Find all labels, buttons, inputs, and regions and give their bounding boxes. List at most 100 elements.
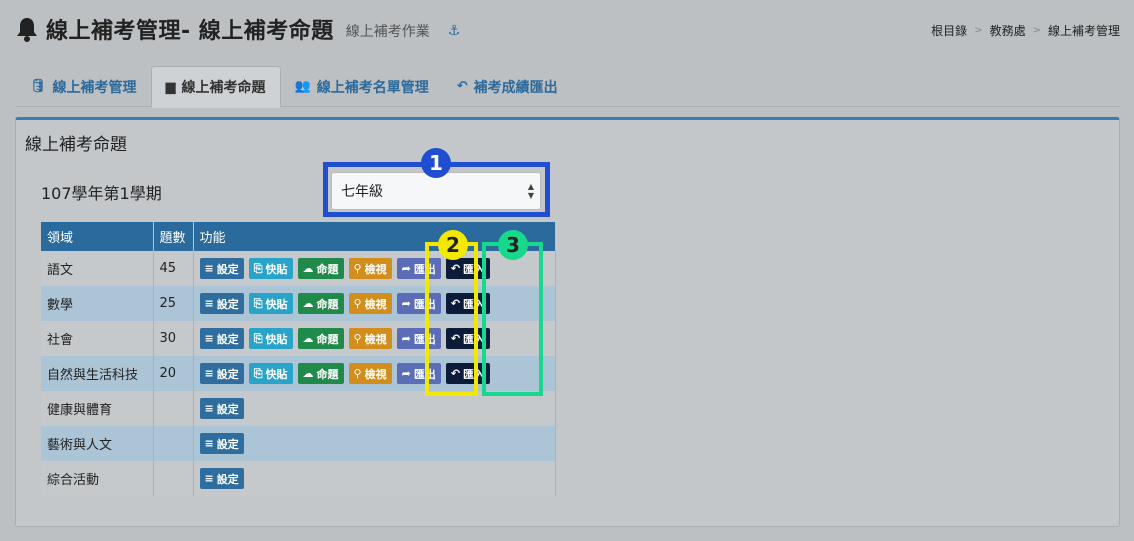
table-row: 語文 45 ≡ 設定 ⎘ 快貼 ☁ 命題 ⚲ 檢視 ➦ 匯出 ↶ 匯入 xyxy=(41,251,556,286)
list-icon: ≡ xyxy=(204,367,214,380)
page-subtitle: 線上補考作業 xyxy=(345,24,430,40)
breadcrumb-current: 線上補考管理 xyxy=(1047,24,1120,38)
semester-label: 107學年第1學期 xyxy=(41,184,162,203)
cell-domain: 綜合活動 xyxy=(41,461,154,496)
tab-label: 線上補考名單管理 xyxy=(316,79,429,96)
tab-makeup-management[interactable]: 🛢 線上補考管理 xyxy=(16,66,151,107)
database-icon: 🛢 xyxy=(30,79,47,94)
cell-count: 45 xyxy=(153,251,194,286)
archive-icon: ▆ xyxy=(165,79,176,95)
settings-button[interactable]: ≡ 設定 xyxy=(199,468,244,489)
cell-count: 30 xyxy=(153,321,194,356)
view-button[interactable]: ⚲ 檢視 xyxy=(348,328,392,349)
settings-button[interactable]: ≡ 設定 xyxy=(199,433,244,454)
paste-icon: ⎘ xyxy=(253,296,263,310)
view-button[interactable]: ⚲ 檢視 xyxy=(348,293,392,314)
table-row: 健康與體育 ≡ 設定 xyxy=(41,391,556,426)
compose-button[interactable]: ☁ 命題 xyxy=(297,328,344,349)
cell-count xyxy=(153,391,194,426)
breadcrumb-separator: > xyxy=(974,25,983,36)
button-label: 命題 xyxy=(316,262,339,276)
bell-icon xyxy=(17,18,37,42)
table-row: 數學 25 ≡ 設定 ⎘ 快貼 ☁ 命題 ⚲ 檢視 ➦ 匯出 ↶ 匯入 xyxy=(41,286,556,321)
annotation-box-2 xyxy=(425,242,478,396)
anchor-icon[interactable]: ⚓ xyxy=(448,23,461,39)
share-icon: ➦ xyxy=(401,297,411,310)
breadcrumb-academic-affairs[interactable]: 教務處 xyxy=(990,22,1026,39)
paste-icon: ⎘ xyxy=(253,261,263,275)
cell-domain: 自然與生活科技 xyxy=(41,356,154,391)
button-label: 快貼 xyxy=(265,367,288,381)
panel-title: 線上補考命題 xyxy=(25,135,127,155)
cell-count xyxy=(153,461,194,496)
button-label: 快貼 xyxy=(265,262,288,276)
tab-label: 線上補考管理 xyxy=(52,79,137,96)
list-icon: ≡ xyxy=(204,262,214,275)
page-title: 線上補考管理- 線上補考命題 xyxy=(46,19,334,44)
column-header-domain: 領域 xyxy=(41,222,154,251)
column-header-count: 題數 xyxy=(153,222,194,251)
view-button[interactable]: ⚲ 檢視 xyxy=(348,258,392,279)
list-icon: ≡ xyxy=(204,437,214,450)
annotation-badge-2: 2 xyxy=(438,230,468,260)
compose-button[interactable]: ☁ 命題 xyxy=(297,363,344,384)
view-button[interactable]: ⚲ 檢視 xyxy=(348,363,392,384)
annotation-box-3 xyxy=(482,242,543,396)
cell-functions: ≡ 設定 xyxy=(193,391,556,426)
cell-count xyxy=(153,426,194,461)
tab-makeup-list[interactable]: 👥 線上補考名單管理 xyxy=(281,66,443,107)
tab-bar: 🛢 線上補考管理 ▆ 線上補考命題 👥 線上補考名單管理 ↶ 補考成績匯出 xyxy=(16,66,1120,108)
button-label: 設定 xyxy=(216,367,239,381)
paste-icon: ⎘ xyxy=(253,366,263,380)
settings-button[interactable]: ≡ 設定 xyxy=(199,398,244,419)
tab-label: 補考成績匯出 xyxy=(473,79,558,96)
button-label: 設定 xyxy=(216,402,239,416)
list-icon: ≡ xyxy=(204,332,214,345)
tab-score-export[interactable]: ↶ 補考成績匯出 xyxy=(443,66,572,107)
list-icon: ≡ xyxy=(204,402,214,415)
share-icon: ➦ xyxy=(401,262,411,275)
button-label: 檢視 xyxy=(364,262,387,276)
settings-button[interactable]: ≡ 設定 xyxy=(199,328,244,349)
domain-table: 領域 題數 功能 語文 45 ≡ 設定 ⎘ 快貼 ☁ 命題 ⚲ 檢視 ➦ 匯出 ↶ 匯入 數學 25 ≡ 設定 ⎘ 快… xyxy=(41,222,556,496)
button-label: 檢視 xyxy=(364,367,387,381)
quick-paste-button[interactable]: ⎘ 快貼 xyxy=(248,363,293,384)
settings-button[interactable]: ≡ 設定 xyxy=(199,258,244,279)
page-header: 線上補考管理- 線上補考命題 線上補考作業 ⚓ xyxy=(16,12,460,46)
settings-button[interactable]: ≡ 設定 xyxy=(199,293,244,314)
quick-paste-button[interactable]: ⎘ 快貼 xyxy=(248,258,293,279)
tab-makeup-questions[interactable]: ▆ 線上補考命題 xyxy=(150,66,281,108)
button-label: 命題 xyxy=(316,367,339,381)
button-label: 設定 xyxy=(216,262,239,276)
table-row: 自然與生活科技 20 ≡ 設定 ⎘ 快貼 ☁ 命題 ⚲ 檢視 ➦ 匯出 ↶ 匯入 xyxy=(41,356,556,391)
cell-domain: 社會 xyxy=(41,321,154,356)
annotation-badge-1: 1 xyxy=(421,148,451,178)
paste-icon: ⎘ xyxy=(253,331,263,345)
cell-domain: 數學 xyxy=(41,286,154,321)
list-icon: ≡ xyxy=(204,472,214,485)
quick-paste-button[interactable]: ⎘ 快貼 xyxy=(248,293,293,314)
button-label: 檢視 xyxy=(364,297,387,311)
search-icon: ⚲ xyxy=(353,332,362,345)
cloud-icon: ☁ xyxy=(302,297,314,310)
settings-button[interactable]: ≡ 設定 xyxy=(199,363,244,384)
compose-button[interactable]: ☁ 命題 xyxy=(297,258,344,279)
compose-button[interactable]: ☁ 命題 xyxy=(297,293,344,314)
share-icon: ➦ xyxy=(401,332,411,345)
cell-domain: 語文 xyxy=(41,251,154,286)
quick-paste-button[interactable]: ⎘ 快貼 xyxy=(248,328,293,349)
cell-count: 25 xyxy=(153,286,194,321)
button-label: 設定 xyxy=(216,437,239,451)
breadcrumb-separator: > xyxy=(1032,25,1041,36)
cell-functions: ≡ 設定 xyxy=(193,461,556,496)
cell-functions: ≡ 設定 xyxy=(193,426,556,461)
users-icon: 👥 xyxy=(294,79,311,94)
cloud-icon: ☁ xyxy=(302,262,314,275)
table-row: 藝術與人文 ≡ 設定 xyxy=(41,426,556,461)
reply-icon: ↶ xyxy=(456,79,468,94)
breadcrumb-root[interactable]: 根目錄 xyxy=(931,22,967,39)
search-icon: ⚲ xyxy=(353,297,362,310)
button-label: 設定 xyxy=(216,297,239,311)
cloud-icon: ☁ xyxy=(302,367,314,380)
button-label: 快貼 xyxy=(265,297,288,311)
